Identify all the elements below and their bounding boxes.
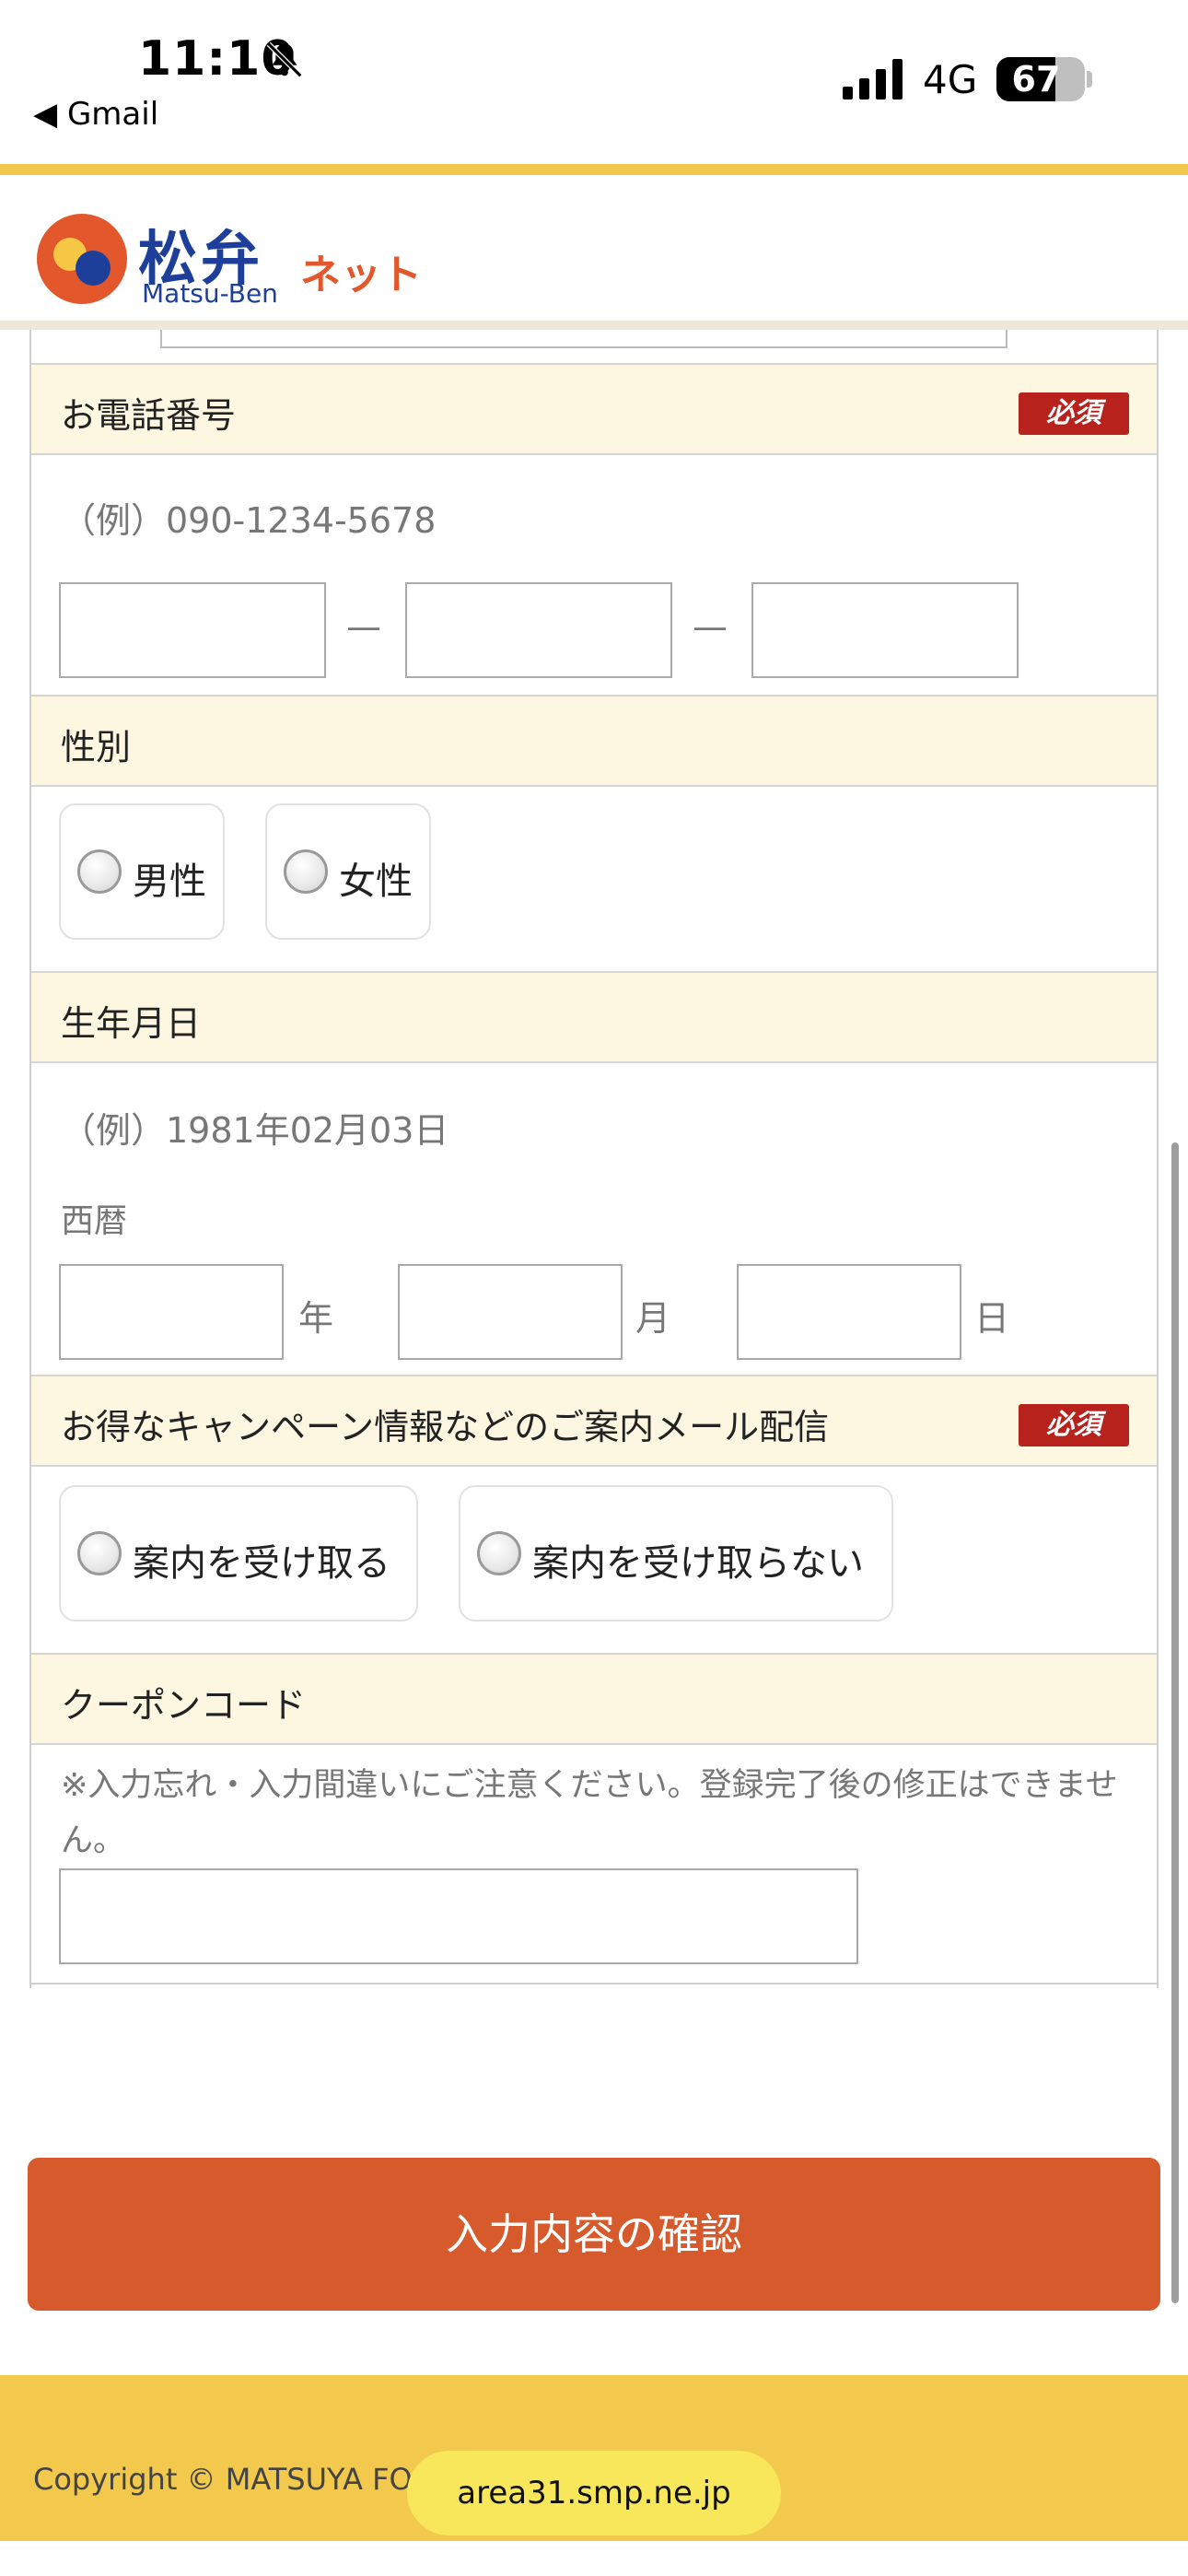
newsletter-label: お得なキャンペーン情報などのご案内メール配信 [61, 1407, 830, 1447]
birthday-era-label: 西暦 [61, 1202, 128, 1240]
phone-separator-1: — [346, 606, 381, 647]
browser-url-pill[interactable]: area31.smp.ne.jp [407, 2451, 781, 2535]
newsletter-row-header: お得なキャンペーン情報などのご案内メール配信 必須 [31, 1375, 1157, 1467]
registration-form: お電話番号 必須 （例）090-1234-5678 — — 性別 男性 女性 生… [29, 330, 1159, 1988]
battery-nub [1087, 71, 1092, 88]
day-unit: 日 [974, 1298, 1010, 1339]
phone-part1-input[interactable] [59, 582, 326, 678]
battery-icon: 67 [996, 57, 1085, 101]
status-bar: 11:10 ◀ Gmail 4G 67 [0, 0, 1188, 164]
gender-female-option[interactable]: 女性 [265, 803, 431, 940]
header-accent-line [0, 164, 1188, 175]
coupon-label: クーポンコード [61, 1685, 307, 1726]
birthday-row-header: 生年月日 [31, 971, 1157, 1063]
cellular-signal-icon [843, 59, 903, 100]
newsletter-decline-option[interactable]: 案内を受け取らない [459, 1485, 893, 1622]
site-header: 松弁 Matsu-Ben ネット [0, 175, 1188, 330]
coupon-row-header: クーポンコード [31, 1653, 1157, 1745]
phone-example: （例）090-1234-5678 [61, 500, 437, 541]
radio-male[interactable] [77, 849, 122, 894]
newsletter-decline-label: 案内を受け取らない [532, 1542, 864, 1585]
required-badge: 必須 [1019, 392, 1129, 435]
bell-muted-icon [266, 41, 303, 78]
radio-newsletter-decline[interactable] [477, 1531, 521, 1575]
birth-month-input[interactable] [398, 1264, 623, 1360]
radio-newsletter-accept[interactable] [77, 1531, 122, 1575]
form-bottom-border [31, 1983, 1157, 1985]
battery-percent: 67 [1011, 59, 1061, 100]
scrollbar[interactable] [1171, 1142, 1179, 2303]
back-to-app-link[interactable]: ◀ Gmail [33, 96, 158, 133]
phone-part2-input[interactable] [405, 582, 672, 678]
newsletter-accept-option[interactable]: 案内を受け取る [59, 1485, 418, 1622]
coupon-note: ※入力忘れ・入力間違いにご注意ください。登録完了後の修正はできません。 [61, 1767, 1118, 1859]
newsletter-accept-label: 案内を受け取る [133, 1542, 390, 1585]
coupon-code-input[interactable] [59, 1868, 858, 1964]
network-type: 4G [923, 57, 978, 102]
logo-roman: Matsu-Ben [142, 278, 278, 309]
required-badge: 必須 [1019, 1404, 1129, 1446]
gender-male-option[interactable]: 男性 [59, 803, 225, 940]
gender-label: 性別 [61, 727, 132, 767]
month-unit: 月 [635, 1298, 671, 1339]
phone-row-header: お電話番号 必須 [31, 363, 1157, 455]
gender-female-label: 女性 [339, 861, 413, 903]
gender-row-header: 性別 [31, 695, 1157, 787]
birthday-example: （例）1981年02月03日 [61, 1110, 449, 1151]
previous-input-edge [160, 330, 1007, 348]
logo-blue-dot [76, 251, 111, 286]
confirm-input-button[interactable]: 入力内容の確認 [28, 2158, 1160, 2311]
birth-year-input[interactable] [59, 1264, 284, 1360]
radio-female[interactable] [284, 849, 328, 894]
phone-separator-2: — [693, 606, 728, 647]
birth-day-input[interactable] [737, 1264, 961, 1360]
phone-label: お電話番号 [61, 395, 237, 436]
phone-part3-input[interactable] [751, 582, 1019, 678]
logo-suffix: ネット [300, 252, 422, 299]
gender-male-label: 男性 [133, 861, 206, 903]
year-unit: 年 [298, 1298, 334, 1339]
birthday-label: 生年月日 [61, 1003, 202, 1044]
